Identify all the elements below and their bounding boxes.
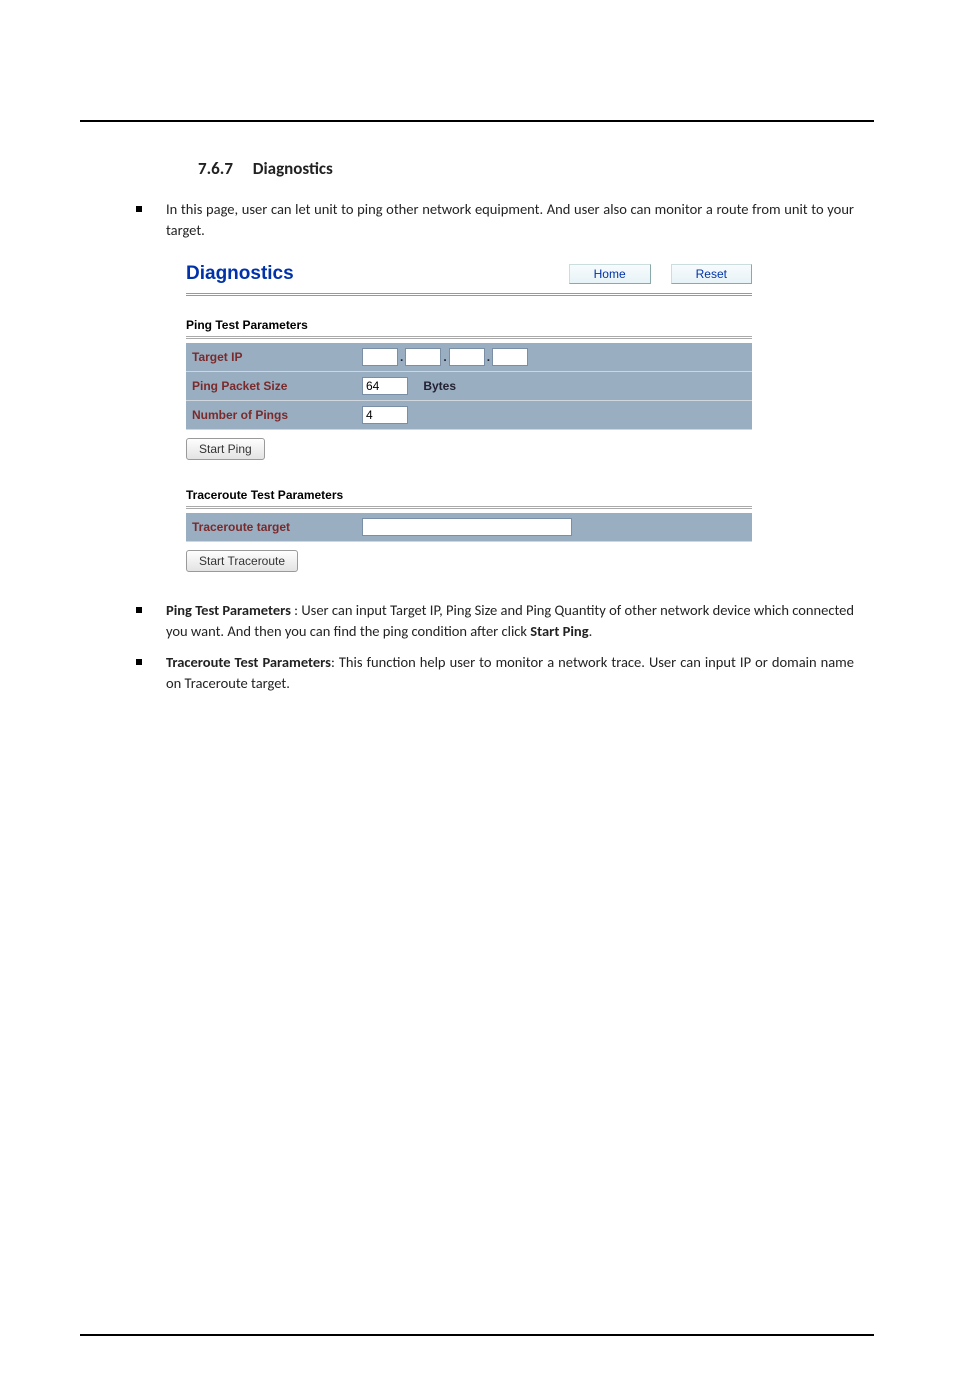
dot-icon: . [485, 350, 492, 364]
target-ip-c[interactable] [449, 348, 485, 366]
note-ping-text: Ping Test Parameters : User can input Ta… [166, 600, 854, 642]
note-traceroute-bold: Traceroute Test Parameters [166, 653, 331, 671]
section-title: Diagnostics [253, 158, 333, 179]
target-ip-label: Target IP [186, 343, 356, 372]
target-ip-a[interactable] [362, 348, 398, 366]
start-traceroute-button[interactable]: Start Traceroute [186, 550, 298, 572]
page: 7.6.7 Diagnostics In this page, user can… [0, 0, 954, 1396]
dot-icon: . [441, 350, 448, 364]
traceroute-form: Traceroute target [186, 513, 752, 542]
row-num-pings: Number of Pings [186, 401, 752, 430]
top-rule [80, 120, 874, 122]
row-target-ip: Target IP ... [186, 343, 752, 372]
num-pings-label: Number of Pings [186, 401, 356, 430]
target-ip-d[interactable] [492, 348, 528, 366]
panel-title: Diagnostics [186, 263, 294, 285]
num-pings-cell [356, 401, 752, 430]
target-ip-b[interactable] [405, 348, 441, 366]
diagnostics-panel: Diagnostics Home Reset Ping Test Paramet… [186, 259, 752, 574]
packet-size-unit: Bytes [423, 379, 456, 393]
bullet-icon [136, 206, 142, 212]
packet-size-label: Ping Packet Size [186, 372, 356, 401]
intro-item: In this page, user can let unit to ping … [136, 199, 854, 241]
note-ping-bold2: Start Ping [530, 622, 588, 640]
packet-size-input[interactable] [362, 377, 408, 395]
section-heading: 7.6.7 Diagnostics [198, 158, 874, 179]
ping-section-heading: Ping Test Parameters [186, 318, 752, 339]
traceroute-target-label: Traceroute target [186, 513, 356, 542]
notes-block: Ping Test Parameters : User can input Ta… [136, 600, 854, 694]
packet-size-cell: Bytes [356, 372, 752, 401]
bullet-icon [136, 659, 142, 665]
row-packet-size: Ping Packet Size Bytes [186, 372, 752, 401]
note-ping-bold: Ping Test Parameters [166, 601, 291, 619]
start-ping-button[interactable]: Start Ping [186, 438, 265, 460]
note-traceroute-text: Traceroute Test Parameters: This functio… [166, 652, 854, 694]
traceroute-target-input[interactable] [362, 518, 572, 536]
bullet-icon [136, 607, 142, 613]
num-pings-input[interactable] [362, 406, 408, 424]
panel-header: Diagnostics Home Reset [186, 259, 752, 296]
note-traceroute: Traceroute Test Parameters: This functio… [136, 652, 854, 694]
intro-text: In this page, user can let unit to ping … [166, 199, 854, 241]
target-ip-cell: ... [356, 343, 752, 372]
dot-icon: . [398, 350, 405, 364]
bottom-rule [80, 1334, 874, 1336]
traceroute-section-heading: Traceroute Test Parameters [186, 488, 752, 509]
diagnostics-panel-wrap: Diagnostics Home Reset Ping Test Paramet… [186, 259, 874, 574]
panel-buttons: Home Reset [569, 264, 752, 284]
traceroute-target-cell [356, 513, 752, 542]
section-number: 7.6.7 [198, 158, 233, 179]
note-ping-end: . [589, 622, 593, 640]
row-traceroute-target: Traceroute target [186, 513, 752, 542]
ping-form: Target IP ... Ping Packet Size Bytes Num… [186, 343, 752, 430]
intro-block: In this page, user can let unit to ping … [136, 199, 854, 241]
reset-button[interactable]: Reset [671, 264, 752, 284]
home-button[interactable]: Home [569, 264, 651, 284]
note-ping: Ping Test Parameters : User can input Ta… [136, 600, 854, 642]
